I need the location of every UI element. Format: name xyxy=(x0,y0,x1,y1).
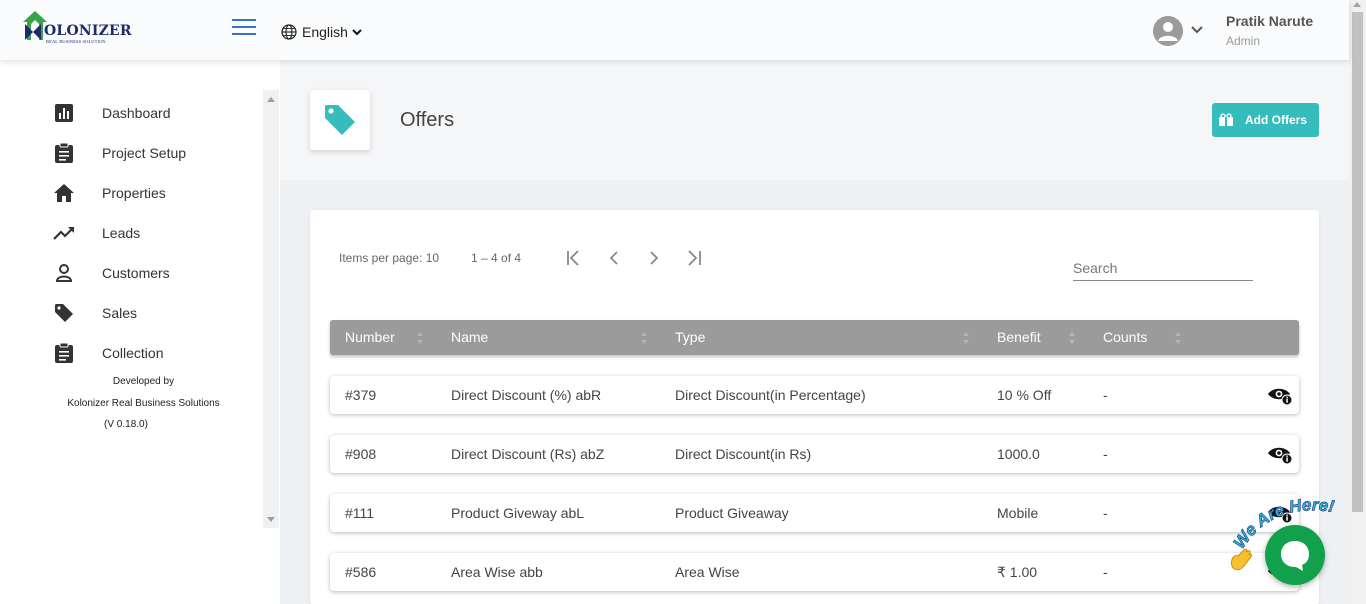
developed-by-label: Developed by xyxy=(112,376,175,387)
cell-type: Area Wise xyxy=(675,564,740,580)
clipboard-icon xyxy=(53,142,75,164)
previous-page-icon[interactable] xyxy=(604,249,624,267)
company-name: Kolonizer Real Business Solutions xyxy=(67,398,220,409)
chat-widget[interactable]: We Are Here! xyxy=(1222,488,1352,604)
table-row[interactable]: #586 Area Wise abb Area Wise ₹ 1.00 - xyxy=(330,553,1299,591)
cell-number: #908 xyxy=(345,446,377,462)
sort-icon[interactable] xyxy=(416,331,424,345)
chat-button[interactable] xyxy=(1265,525,1325,585)
sidebar-item-sales[interactable]: Sales xyxy=(53,301,137,325)
cell-counts: - xyxy=(1103,564,1108,580)
pagination-range: 1 – 4 of 4 xyxy=(471,251,522,265)
scroll-down-icon[interactable] xyxy=(267,517,275,522)
table-header: Number Name Type Benefit Counts xyxy=(330,320,1299,355)
cell-benefit: Mobile xyxy=(997,505,1039,521)
add-offers-label: Add Offers xyxy=(1245,113,1308,127)
cell-name: Direct Discount (%) abR xyxy=(451,387,602,403)
user-role: Admin xyxy=(1226,34,1261,48)
column-header-benefit[interactable]: Benefit xyxy=(997,320,1041,355)
table-row[interactable]: #379 Direct Discount (%) abR Direct Disc… xyxy=(330,376,1299,414)
chat-bubble-icon xyxy=(1281,541,1309,571)
cell-counts: - xyxy=(1103,446,1108,462)
dashboard-icon xyxy=(53,102,75,124)
cell-type: Direct Discount(in Rs) xyxy=(675,446,812,462)
scroll-up-icon[interactable] xyxy=(267,97,275,102)
scrollbar-thumb[interactable] xyxy=(1352,12,1363,512)
top-bar: OLONIZER REAL BUSINESS SOLUTION English … xyxy=(0,0,1349,60)
table-row[interactable]: #111 Product Giveway abL Product Giveawa… xyxy=(330,494,1299,532)
sidebar-item-label: Properties xyxy=(102,185,166,201)
tag-icon xyxy=(53,302,75,324)
sort-icon[interactable] xyxy=(962,331,970,345)
user-menu-chevron-icon[interactable] xyxy=(1190,25,1204,35)
home-icon xyxy=(53,182,75,204)
chevron-down-icon xyxy=(352,29,362,36)
trending-up-icon xyxy=(53,222,75,244)
search-input[interactable] xyxy=(1073,255,1253,281)
sidebar-item-collection[interactable]: Collection xyxy=(53,341,163,365)
last-page-icon[interactable] xyxy=(684,249,704,267)
cell-name: Area Wise abb xyxy=(451,564,543,580)
cell-counts: - xyxy=(1103,505,1108,521)
cell-benefit: 1000.0 xyxy=(997,446,1040,462)
logo-text: OLONIZER xyxy=(44,23,132,39)
view-details-icon[interactable] xyxy=(1267,445,1293,465)
kolonizer-logo[interactable]: OLONIZER REAL BUSINESS SOLUTION xyxy=(22,10,132,46)
next-page-icon[interactable] xyxy=(644,249,664,267)
gift-icon xyxy=(1219,113,1233,126)
cell-name: Direct Discount (Rs) abZ xyxy=(451,446,605,462)
sort-icon[interactable] xyxy=(1068,331,1076,345)
globe-icon xyxy=(281,24,297,40)
items-per-page[interactable]: Items per page: 10 xyxy=(339,251,439,265)
column-header-name[interactable]: Name xyxy=(451,320,488,355)
sidebar-item-label: Collection xyxy=(102,345,164,361)
first-page-icon[interactable] xyxy=(564,249,584,267)
user-avatar-icon xyxy=(1158,22,1178,41)
cell-type: Product Giveaway xyxy=(675,505,789,521)
sidebar-item-dashboard[interactable]: Dashboard xyxy=(53,101,171,125)
cell-number: #111 xyxy=(345,505,375,521)
sidebar-item-project-setup[interactable]: Project Setup xyxy=(53,141,186,165)
user-name: Pratik Narute xyxy=(1226,13,1314,29)
sidebar-item-customers[interactable]: Customers xyxy=(53,261,170,285)
column-header-type[interactable]: Type xyxy=(675,320,705,355)
sort-icon[interactable] xyxy=(640,331,648,345)
logo-tagline: REAL BUSINESS SOLUTION xyxy=(46,39,106,44)
offer-icon-card xyxy=(310,90,370,150)
waving-hand-icon xyxy=(1231,548,1252,571)
cell-name: Product Giveway abL xyxy=(451,505,585,521)
cell-benefit: 10 % Off xyxy=(997,387,1052,403)
cell-number: #586 xyxy=(345,564,377,580)
page-title: Offers xyxy=(400,109,455,131)
cell-benefit: ₹ 1.00 xyxy=(997,564,1038,580)
cell-number: #379 xyxy=(345,387,377,403)
sidebar-item-properties[interactable]: Properties xyxy=(53,181,166,205)
tag-icon xyxy=(325,105,355,135)
view-details-icon[interactable] xyxy=(1267,386,1293,406)
sort-icon[interactable] xyxy=(1174,331,1182,345)
add-offers-button[interactable]: Add Offers xyxy=(1212,103,1319,137)
menu-toggle-icon[interactable] xyxy=(232,19,256,35)
cell-type: Direct Discount(in Percentage) xyxy=(675,387,866,403)
sidebar-item-label: Customers xyxy=(102,265,170,281)
sidebar-item-label: Leads xyxy=(102,225,141,241)
scroll-up-icon[interactable] xyxy=(1353,2,1361,7)
avatar[interactable] xyxy=(1153,16,1183,46)
clipboard-icon xyxy=(53,342,75,364)
sidebar-scrollbar[interactable] xyxy=(263,90,279,528)
column-header-counts[interactable]: Counts xyxy=(1103,320,1147,355)
app-version: (V 0.18.0) xyxy=(104,419,148,430)
language-label: English xyxy=(302,24,348,40)
language-selector[interactable]: English xyxy=(281,24,362,40)
column-header-number[interactable]: Number xyxy=(345,320,395,355)
sidebar-item-label: Sales xyxy=(102,305,138,321)
sidebar-item-label: Dashboard xyxy=(102,105,171,121)
table-row[interactable]: #908 Direct Discount (Rs) abZ Direct Dis… xyxy=(330,435,1299,473)
sidebar xyxy=(0,60,280,604)
person-icon xyxy=(53,262,75,284)
sidebar-item-leads[interactable]: Leads xyxy=(53,221,140,245)
cell-counts: - xyxy=(1103,387,1108,403)
sidebar-item-label: Project Setup xyxy=(102,145,187,161)
